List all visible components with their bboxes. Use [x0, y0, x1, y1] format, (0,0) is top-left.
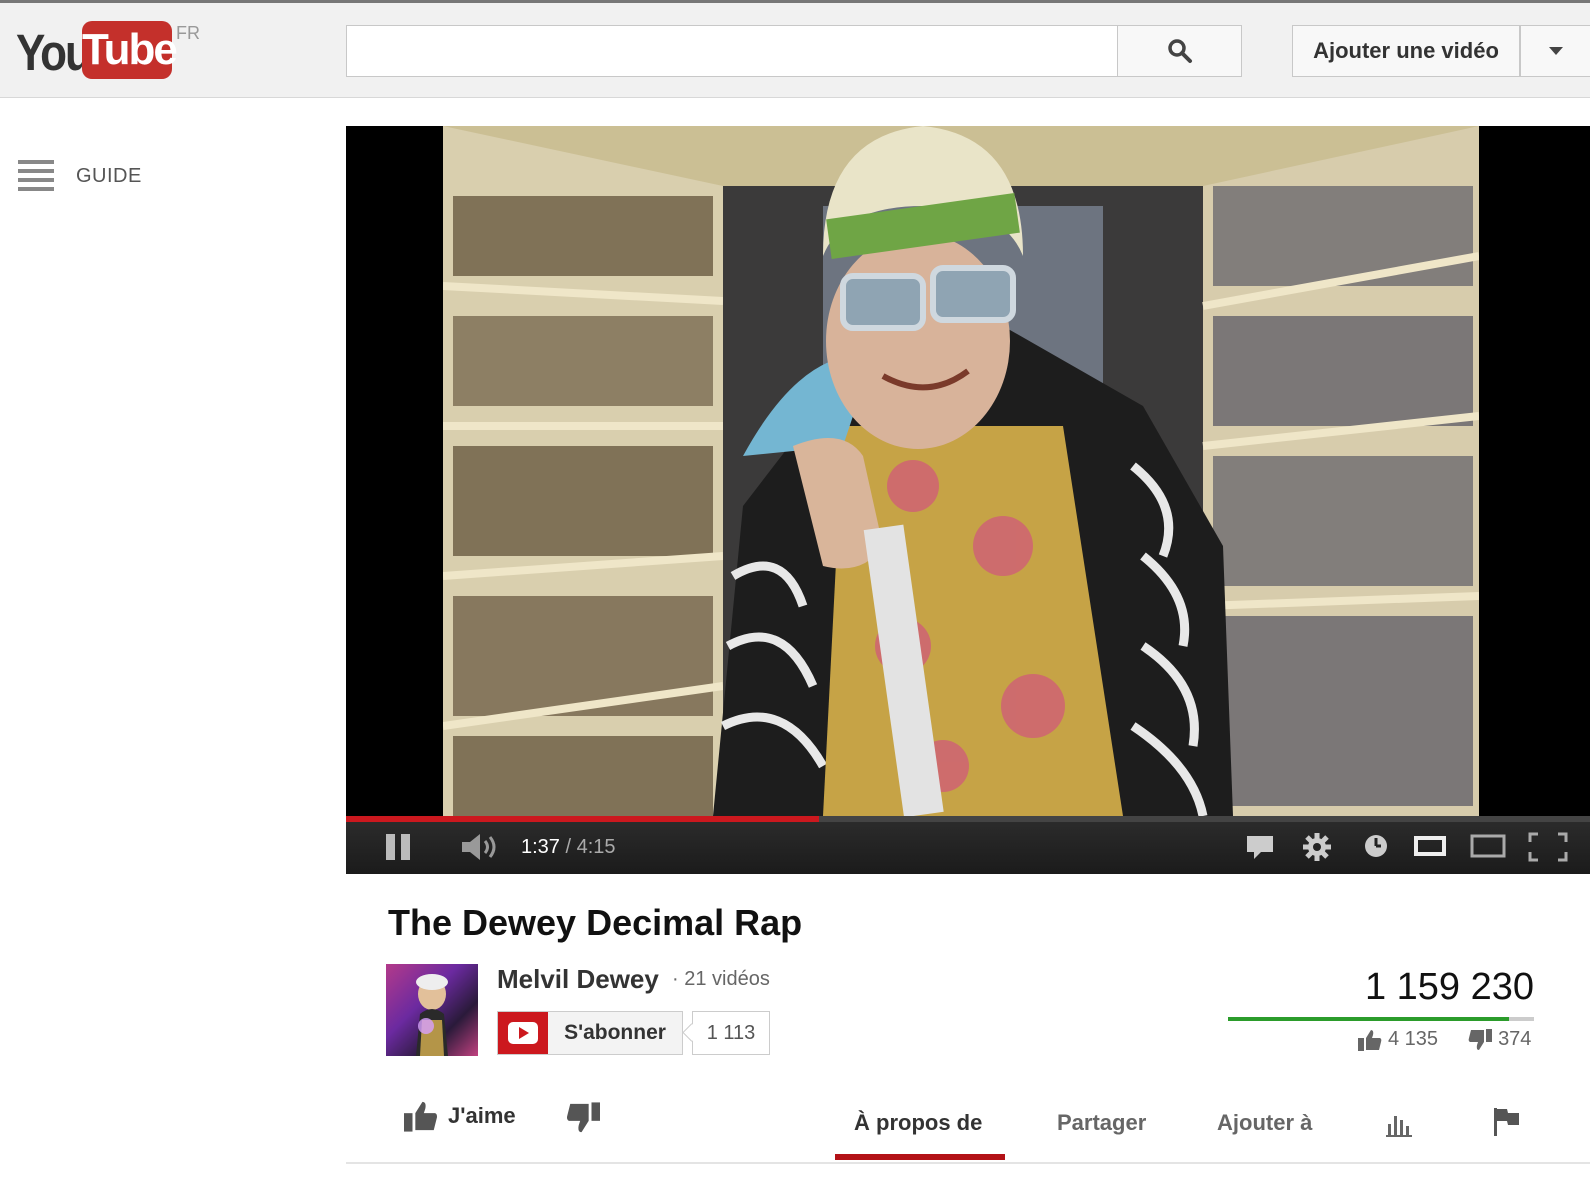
- active-tab-indicator: [835, 1154, 1005, 1160]
- thumbs-down-icon: [566, 1102, 600, 1133]
- captions-icon[interactable]: [1246, 832, 1274, 860]
- upload-button[interactable]: Ajouter une vidéo: [1292, 25, 1520, 77]
- search-icon: [1167, 39, 1192, 63]
- menu-icon: [18, 160, 54, 191]
- settings-gear-icon[interactable]: [1302, 832, 1332, 862]
- like-stats: 4 135 374: [1358, 1028, 1531, 1051]
- watch-later-icon[interactable]: [1362, 832, 1390, 860]
- video-still: [443, 126, 1479, 816]
- thumbs-up-icon: [404, 1101, 438, 1132]
- dislike-count: 374: [1498, 1028, 1532, 1050]
- guide-button[interactable]: GUIDE: [18, 158, 142, 194]
- avatar-image: [416, 974, 448, 1056]
- search-button[interactable]: [1117, 25, 1242, 77]
- logo-you-text: You: [16, 25, 92, 82]
- subscriber-count: 1 113: [692, 1011, 770, 1055]
- like-ratio-fill: [1228, 1017, 1509, 1021]
- logo-region: FR: [176, 23, 200, 43]
- logo-tube-text: Tube: [82, 21, 178, 79]
- current-time: 1:37: [521, 836, 560, 858]
- time-separator: /: [559, 836, 577, 858]
- like-label: J'aime: [448, 1103, 516, 1128]
- masthead: You Tube FR Ajouter une vidéo: [0, 0, 1590, 98]
- action-bar: J'aime À propos de Partager Ajouter à: [346, 1090, 1590, 1164]
- flag-icon[interactable]: [1492, 1106, 1522, 1138]
- like-button[interactable]: J'aime: [404, 1100, 516, 1132]
- youtube-play-icon: [498, 1012, 548, 1054]
- subscribe-label: S'abonner: [548, 1012, 682, 1054]
- time-display: 1:37 / 4:15: [521, 836, 616, 859]
- like-count: 4 135: [1388, 1028, 1439, 1050]
- small-player-icon[interactable]: [1414, 832, 1446, 860]
- video-title: The Dewey Decimal Rap: [388, 902, 803, 943]
- channel-name-link[interactable]: Melvil Dewey: [497, 964, 659, 995]
- video-player[interactable]: 1:37 / 4:15: [346, 126, 1590, 874]
- volume-icon[interactable]: [460, 832, 500, 862]
- player-controls: 1:37 / 4:15: [346, 822, 1590, 874]
- subscribe-button[interactable]: S'abonner: [497, 1011, 683, 1055]
- thumbs-down-icon: [1468, 1028, 1493, 1050]
- stats-icon[interactable]: [1386, 1110, 1414, 1138]
- tab-share[interactable]: Partager: [1057, 1110, 1146, 1136]
- guide-label: GUIDE: [76, 164, 142, 187]
- video-frame[interactable]: [443, 126, 1479, 816]
- tab-add-to[interactable]: Ajouter à: [1217, 1110, 1312, 1136]
- tab-about[interactable]: À propos de: [854, 1110, 982, 1136]
- pause-icon[interactable]: [386, 832, 412, 862]
- view-count: 1 159 230: [1364, 966, 1534, 1008]
- like-dislike-bar: [1228, 1017, 1534, 1021]
- fullscreen-icon[interactable]: [1528, 832, 1568, 862]
- thumbs-up-icon: [1358, 1029, 1382, 1051]
- dislike-button[interactable]: [566, 1102, 600, 1139]
- chevron-down-icon: [1548, 47, 1563, 55]
- channel-video-count[interactable]: · 21 vidéos: [672, 968, 770, 991]
- duration: 4:15: [576, 836, 616, 858]
- upload-menu-button[interactable]: [1520, 25, 1590, 77]
- search-input[interactable]: [346, 25, 1118, 77]
- channel-avatar[interactable]: [386, 964, 478, 1056]
- large-player-icon[interactable]: [1470, 832, 1506, 860]
